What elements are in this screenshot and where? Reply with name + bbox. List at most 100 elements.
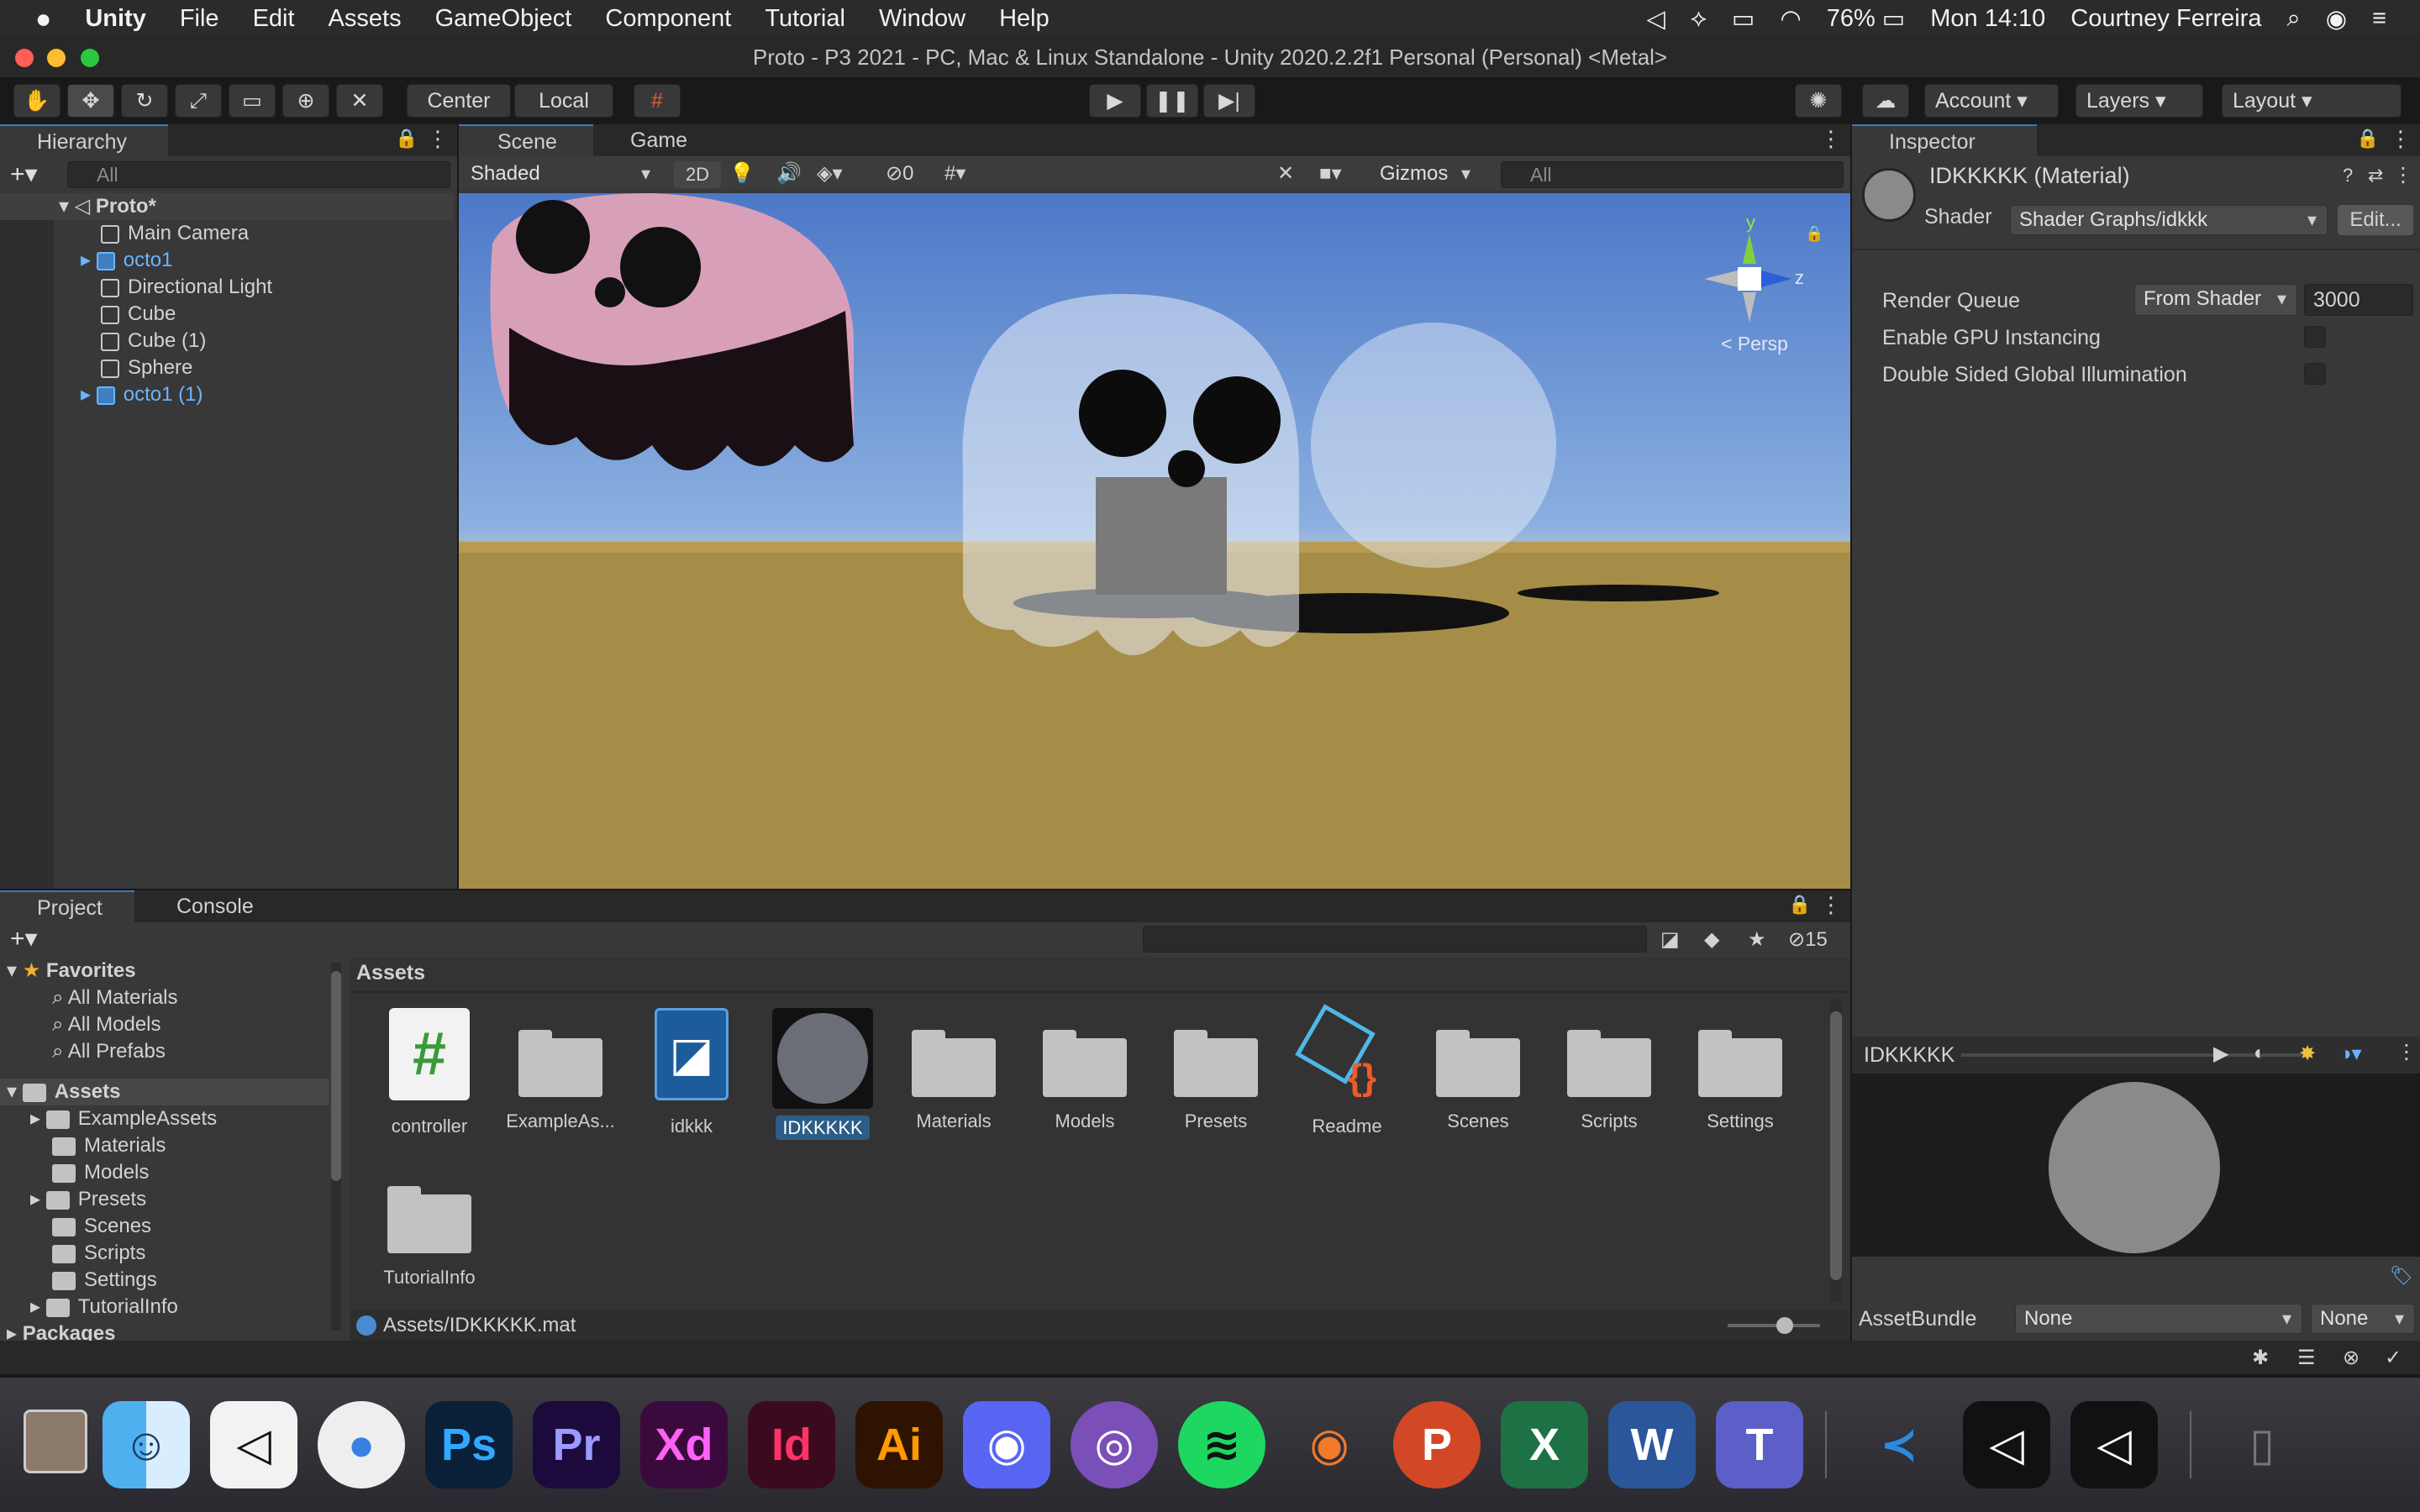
fav-all-models[interactable]: ⌕ All Models bbox=[0, 1011, 161, 1038]
preset-icon[interactable]: ⇄ bbox=[2368, 165, 2383, 186]
minimize-window-button[interactable] bbox=[47, 49, 66, 67]
material-preview[interactable] bbox=[1852, 1074, 2420, 1257]
dock-trash[interactable]: ▯ bbox=[2218, 1401, 2306, 1488]
lock-icon[interactable]: 🔒 bbox=[1788, 894, 1811, 916]
dock-vscode[interactable]: ≺ bbox=[1855, 1401, 1943, 1488]
assets-root-row[interactable]: ▾ Assets bbox=[0, 1079, 329, 1105]
assetbundle-variant-dropdown[interactable]: None bbox=[2311, 1304, 2415, 1334]
fav-all-prefabs[interactable]: ⌕ All Prefabs bbox=[0, 1038, 166, 1065]
asset-presets-folder[interactable]: Presets bbox=[1153, 1025, 1279, 1132]
tools-icon[interactable]: ✕ bbox=[1277, 161, 1294, 186]
folder-models[interactable]: Models bbox=[0, 1159, 149, 1186]
edit-shader-button[interactable]: Edit... bbox=[2338, 205, 2413, 235]
grid-toggle-icon[interactable]: #▾ bbox=[944, 161, 965, 186]
account-dropdown[interactable]: Account ▾ bbox=[1924, 84, 2059, 118]
spotlight-icon[interactable]: ⌕ bbox=[2287, 5, 2301, 33]
dock-excel[interactable]: X bbox=[1501, 1401, 1588, 1488]
hidden-packages-toggle[interactable]: ⊘15 bbox=[1788, 927, 1828, 952]
favorites-row[interactable]: ▾ ★ Favorites bbox=[0, 958, 328, 984]
tab-game[interactable]: Game bbox=[597, 124, 723, 156]
folder-materials[interactable]: Materials bbox=[0, 1132, 166, 1159]
asset-tutorial-info-folder[interactable]: TutorialInfo bbox=[366, 1181, 492, 1289]
menu-app-unity[interactable]: Unity bbox=[85, 5, 146, 33]
folder-tree-scrollbar[interactable] bbox=[331, 963, 341, 1331]
pivot-center-button[interactable]: Center bbox=[407, 84, 511, 118]
hierarchy-item-cube[interactable]: Cube bbox=[0, 301, 454, 328]
asset-settings-folder[interactable]: Settings bbox=[1677, 1025, 1803, 1132]
filter-type-icon[interactable]: ◪ bbox=[1660, 927, 1680, 952]
debug-toggle-icon[interactable]: ✱ bbox=[2252, 1346, 2269, 1370]
preview-play-icon[interactable]: ▶ bbox=[2213, 1042, 2228, 1066]
menu-gameobject[interactable]: GameObject bbox=[435, 5, 572, 33]
settings-gear-button[interactable]: ✺ bbox=[1795, 84, 1842, 118]
preview-mesh-dropdown-icon[interactable]: ◑▾ bbox=[2339, 1042, 2362, 1066]
rotate-tool-button[interactable]: ↻ bbox=[121, 84, 168, 118]
scene-gizmo[interactable]: y z 🔒 < Persp bbox=[1704, 208, 1845, 368]
project-search-input[interactable] bbox=[1143, 926, 1647, 953]
scene-viewport[interactable]: y z 🔒 < Persp bbox=[459, 193, 1850, 889]
move-tool-button[interactable]: ✥ bbox=[67, 84, 114, 118]
asset-models-folder[interactable]: Models bbox=[1022, 1025, 1148, 1132]
hierarchy-item-sphere[interactable]: Sphere bbox=[0, 354, 454, 381]
double-sided-gi-checkbox[interactable] bbox=[2304, 363, 2326, 385]
zoom-window-button[interactable] bbox=[81, 49, 99, 67]
hierarchy-item-octo1-1[interactable]: ▸ octo1 (1) bbox=[0, 381, 454, 408]
tab-console[interactable]: Console bbox=[139, 890, 274, 922]
asset-materials-folder[interactable]: Materials bbox=[891, 1025, 1017, 1132]
menu-edit[interactable]: Edit bbox=[253, 5, 295, 33]
dock-spotify[interactable]: ≋ bbox=[1178, 1401, 1265, 1488]
menu-help[interactable]: Help bbox=[999, 5, 1050, 33]
camera-dropdown-icon[interactable]: ■▾ bbox=[1319, 161, 1342, 186]
asset-grid-scrollbar[interactable] bbox=[1830, 998, 1842, 1302]
shader-dropdown[interactable]: Shader Graphs/idkkk bbox=[2010, 205, 2328, 235]
dock-avatar[interactable] bbox=[24, 1410, 87, 1473]
pivot-local-button[interactable]: Local bbox=[514, 84, 613, 118]
folder-scripts[interactable]: Scripts bbox=[0, 1240, 145, 1267]
dock-unity-1[interactable]: ◁ bbox=[1963, 1401, 2050, 1488]
render-queue-input[interactable]: 3000 bbox=[2304, 284, 2413, 316]
asset-readme[interactable]: {} Readme bbox=[1284, 1004, 1410, 1137]
menu-window[interactable]: Window bbox=[879, 5, 965, 33]
dock-teams[interactable]: T bbox=[1716, 1401, 1803, 1488]
packages-row[interactable]: ▸ Packages bbox=[0, 1320, 115, 1341]
folder-tutorial-info[interactable]: ▸ TutorialInfo bbox=[0, 1294, 178, 1320]
preview-light-icon[interactable]: ✸ bbox=[2299, 1042, 2316, 1066]
shapes-icon[interactable]: ⟡ bbox=[1691, 5, 1707, 33]
scrollbar-thumb[interactable] bbox=[331, 971, 341, 1181]
scene-root-row[interactable]: ▾ ◁ Proto* bbox=[0, 193, 454, 220]
scale-tool-button[interactable]: ⤢ bbox=[175, 84, 222, 118]
control-center-icon[interactable]: ≡ bbox=[2372, 5, 2386, 33]
lighting-off-icon[interactable]: ⊗ bbox=[2343, 1346, 2360, 1370]
hierarchy-search-input[interactable]: All bbox=[67, 161, 450, 188]
icon-size-slider[interactable] bbox=[1728, 1317, 1820, 1334]
dock-xd[interactable]: Xd bbox=[640, 1401, 728, 1488]
layout-dropdown[interactable]: Layout ▾ bbox=[2222, 84, 2402, 118]
close-window-button[interactable] bbox=[15, 49, 34, 67]
more-menu-icon[interactable]: ⋮ bbox=[2390, 126, 2412, 152]
pause-button[interactable]: ❚❚ bbox=[1146, 84, 1198, 118]
asset-example-assets[interactable]: ExampleAs... bbox=[497, 1025, 623, 1132]
progress-check-icon[interactable]: ✓ bbox=[2385, 1346, 2402, 1370]
folder-settings[interactable]: Settings bbox=[0, 1267, 157, 1294]
asset-controller[interactable]: # controller bbox=[366, 1008, 492, 1137]
dock-word[interactable]: W bbox=[1608, 1401, 1696, 1488]
asset-idkkkkk-material[interactable]: IDKKKKK bbox=[760, 1008, 886, 1140]
more-menu-icon[interactable]: ⋮ bbox=[2393, 163, 2413, 187]
hierarchy-item-cube-1[interactable]: Cube (1) bbox=[0, 328, 454, 354]
dock-indesign[interactable]: Id bbox=[748, 1401, 835, 1488]
fav-all-materials[interactable]: ⌕ All Materials bbox=[0, 984, 178, 1011]
grid-snap-button[interactable]: # bbox=[634, 84, 681, 118]
tab-project[interactable]: Project bbox=[0, 890, 134, 922]
assets-breadcrumb[interactable]: Assets bbox=[356, 961, 425, 985]
folder-scenes[interactable]: Scenes bbox=[0, 1213, 151, 1240]
gizmos-dropdown[interactable]: Gizmos bbox=[1371, 160, 1481, 188]
2d-toggle-button[interactable]: 2D bbox=[674, 161, 721, 188]
step-button[interactable]: ▶| bbox=[1203, 84, 1255, 118]
wifi-icon[interactable]: ◠ bbox=[1780, 4, 1801, 34]
cloud-button[interactable]: ☁ bbox=[1862, 84, 1909, 118]
dock-blender[interactable]: ◉ bbox=[1286, 1401, 1373, 1488]
more-menu-icon[interactable]: ⋮ bbox=[427, 126, 449, 152]
lighting-toggle-icon[interactable]: 💡 bbox=[729, 161, 755, 186]
preview-shape-icon[interactable]: ◐ bbox=[2254, 1042, 2266, 1065]
hand-tool-button[interactable]: ✋ bbox=[13, 84, 60, 118]
